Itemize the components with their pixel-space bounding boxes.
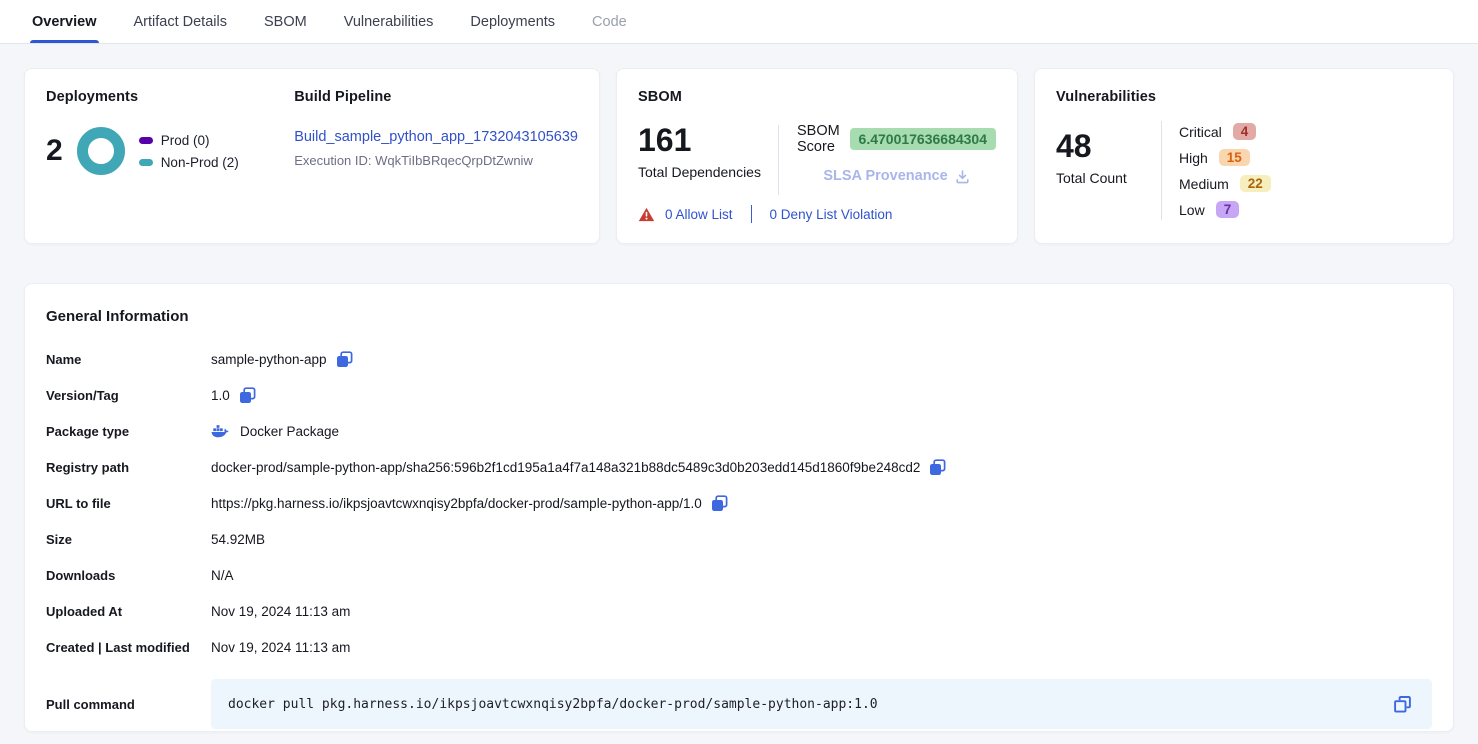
summary-cards-row: Deployments 2 Prod (0) Non-Prod (2) Buil… bbox=[24, 68, 1454, 244]
deployments-count: 2 bbox=[46, 134, 63, 168]
vulnerabilities-title: Vulnerabilities bbox=[1056, 89, 1432, 105]
build-pipeline-title: Build Pipeline bbox=[294, 89, 578, 105]
severity-label: Low bbox=[1179, 202, 1205, 218]
severity-row-critical: Critical 4 bbox=[1179, 121, 1271, 142]
severity-list: Critical 4 High 15 Medium 22 Low 7 bbox=[1161, 121, 1271, 220]
severity-row-low: Low 7 bbox=[1179, 199, 1271, 220]
copy-icon[interactable] bbox=[711, 495, 728, 512]
info-value-url: https://pkg.harness.io/ikpsjoavtcwxnqisy… bbox=[211, 496, 702, 511]
warning-icon bbox=[638, 207, 655, 222]
build-pipeline-column: Build Pipeline Build_sample_python_app_1… bbox=[274, 89, 578, 223]
info-row-name: Name sample-python-app bbox=[46, 349, 1432, 369]
info-label-uploaded-at: Uploaded At bbox=[46, 604, 211, 619]
severity-count-badge: 15 bbox=[1219, 149, 1250, 166]
info-row-version: Version/Tag 1.0 bbox=[46, 385, 1432, 405]
legend-nonprod-label: Non-Prod (2) bbox=[161, 155, 239, 170]
severity-row-medium: Medium 22 bbox=[1179, 173, 1271, 194]
copy-pull-command-icon[interactable] bbox=[1393, 695, 1412, 714]
info-value-downloads: N/A bbox=[211, 568, 234, 583]
deny-list-link[interactable]: 0 Deny List Violation bbox=[770, 207, 893, 222]
deployments-card: Deployments 2 Prod (0) Non-Prod (2) Buil… bbox=[24, 68, 600, 244]
tab-artifact-details[interactable]: Artifact Details bbox=[134, 0, 227, 43]
info-row-registry-path: Registry path docker-prod/sample-python-… bbox=[46, 457, 1432, 477]
legend-item-nonprod: Non-Prod (2) bbox=[139, 155, 239, 170]
prod-swatch bbox=[139, 137, 153, 144]
sbom-total: 161 bbox=[638, 123, 778, 158]
info-label-downloads: Downloads bbox=[46, 568, 211, 583]
sbom-title: SBOM bbox=[638, 89, 996, 105]
info-label-size: Size bbox=[46, 532, 211, 547]
copy-icon[interactable] bbox=[239, 387, 256, 404]
severity-label: High bbox=[1179, 150, 1208, 166]
allow-deny-separator bbox=[751, 205, 752, 223]
deployments-title: Deployments bbox=[46, 89, 274, 105]
deployments-donut-chart bbox=[77, 127, 125, 175]
slsa-provenance-link[interactable]: SLSA Provenance bbox=[797, 168, 996, 184]
pull-command-text: docker pull pkg.harness.io/ikpsjoavtcwxn… bbox=[228, 697, 1393, 712]
legend-prod-label: Prod (0) bbox=[161, 133, 210, 148]
info-value-registry-path: docker-prod/sample-python-app/sha256:596… bbox=[211, 460, 920, 475]
info-value-uploaded-at: Nov 19, 2024 11:13 am bbox=[211, 604, 350, 619]
info-label-registry-path: Registry path bbox=[46, 460, 211, 475]
sbom-total-block: 161 Total Dependencies bbox=[638, 123, 778, 201]
sbom-total-label: Total Dependencies bbox=[638, 164, 778, 180]
info-label-version: Version/Tag bbox=[46, 388, 211, 403]
severity-label: Critical bbox=[1179, 124, 1222, 140]
info-label-package-type: Package type bbox=[46, 424, 211, 439]
vulnerabilities-total: 48 bbox=[1056, 129, 1161, 164]
info-row-url: URL to file https://pkg.harness.io/ikpsj… bbox=[46, 493, 1432, 513]
info-label-created-modified: Created | Last modified bbox=[46, 640, 211, 655]
deployments-legend: Prod (0) Non-Prod (2) bbox=[139, 133, 239, 170]
general-information-card: General Information Name sample-python-a… bbox=[24, 283, 1454, 732]
severity-row-high: High 15 bbox=[1179, 147, 1271, 168]
info-row-size: Size 54.92MB bbox=[46, 529, 1432, 549]
info-value-version: 1.0 bbox=[211, 388, 230, 403]
vulnerabilities-total-block: 48 Total Count bbox=[1056, 121, 1161, 220]
info-value-name: sample-python-app bbox=[211, 352, 327, 367]
info-row-created-modified: Created | Last modified Nov 19, 2024 11:… bbox=[46, 637, 1432, 657]
vulnerabilities-total-label: Total Count bbox=[1056, 170, 1161, 186]
severity-count-badge: 7 bbox=[1216, 201, 1240, 218]
legend-item-prod: Prod (0) bbox=[139, 133, 239, 148]
info-value-created-modified: Nov 19, 2024 11:13 am bbox=[211, 640, 350, 655]
sbom-score-value: 6.470017636684304 bbox=[850, 128, 996, 150]
sbom-score-block: SBOM Score 6.470017636684304 SLSA Proven… bbox=[779, 123, 996, 201]
severity-count-badge: 22 bbox=[1240, 175, 1271, 192]
pull-command-box: docker pull pkg.harness.io/ikpsjoavtcwxn… bbox=[211, 679, 1432, 729]
docker-icon bbox=[211, 424, 229, 438]
nonprod-swatch bbox=[139, 159, 153, 166]
info-row-pull-command: Pull command docker pull pkg.harness.io/… bbox=[46, 679, 1432, 729]
severity-count-badge: 4 bbox=[1233, 123, 1257, 140]
info-label-url: URL to file bbox=[46, 496, 211, 511]
tab-overview[interactable]: Overview bbox=[32, 0, 97, 43]
deployments-column: Deployments 2 Prod (0) Non-Prod (2) bbox=[46, 89, 274, 223]
general-information-title: General Information bbox=[46, 308, 1432, 325]
sbom-score-label: SBOM Score bbox=[797, 123, 841, 155]
info-label-name: Name bbox=[46, 352, 211, 367]
execution-id: Execution ID: WqkTiIbBRqecQrpDtZwniw bbox=[294, 153, 578, 168]
tab-deployments[interactable]: Deployments bbox=[470, 0, 555, 43]
info-row-uploaded-at: Uploaded At Nov 19, 2024 11:13 am bbox=[46, 601, 1432, 621]
info-row-package-type: Package type Docker Package bbox=[46, 421, 1432, 441]
tab-bar: Overview Artifact Details SBOM Vulnerabi… bbox=[0, 0, 1478, 44]
slsa-provenance-label: SLSA Provenance bbox=[823, 168, 947, 184]
tab-sbom[interactable]: SBOM bbox=[264, 0, 307, 43]
info-value-size: 54.92MB bbox=[211, 532, 265, 547]
sbom-card: SBOM 161 Total Dependencies SBOM Score 6… bbox=[616, 68, 1018, 244]
severity-label: Medium bbox=[1179, 176, 1229, 192]
vulnerabilities-card: Vulnerabilities 48 Total Count Critical … bbox=[1034, 68, 1454, 244]
info-value-package-type: Docker Package bbox=[240, 424, 339, 439]
info-row-downloads: Downloads N/A bbox=[46, 565, 1432, 585]
copy-icon[interactable] bbox=[336, 351, 353, 368]
download-icon bbox=[955, 169, 970, 184]
allow-list-link[interactable]: 0 Allow List bbox=[665, 207, 733, 222]
info-label-pull-command: Pull command bbox=[46, 697, 211, 712]
build-pipeline-link[interactable]: Build_sample_python_app_1732043105639 bbox=[294, 129, 578, 145]
tab-code: Code bbox=[592, 0, 627, 43]
copy-icon[interactable] bbox=[929, 459, 946, 476]
tab-vulnerabilities[interactable]: Vulnerabilities bbox=[344, 0, 434, 43]
